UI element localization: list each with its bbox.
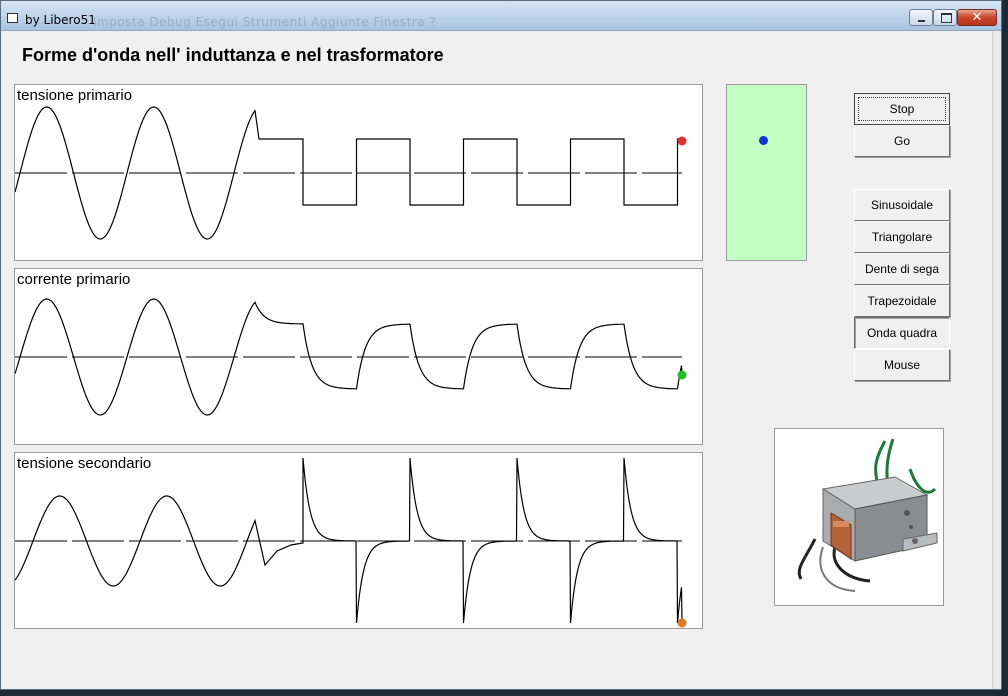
trace-marker [677, 618, 687, 628]
waveform-button-label: Sinusoidale [870, 198, 934, 212]
close-button[interactable]: ✕ [957, 9, 997, 26]
close-icon: ✕ [971, 10, 983, 25]
waveform-button-label: Onda quadra [866, 326, 938, 340]
waveform-button-trapezoidale[interactable]: Trapezoidale [854, 285, 950, 317]
panel-label: corrente primario [17, 271, 131, 288]
app-icon [7, 13, 18, 23]
panel-label: tensione primario [17, 87, 133, 104]
waveform-button-triangolare[interactable]: Triangolare [854, 221, 950, 253]
waveform-plot-tensione-secondario [15, 457, 687, 628]
minimize-icon [910, 10, 932, 25]
ghost-menu-text: Imposta Debug Esegui Strumenti Aggiunte … [93, 15, 437, 29]
indicator-dot [759, 136, 768, 145]
transformer-icon [797, 438, 938, 592]
waveform-plot-corrente-primario [15, 298, 687, 416]
waveform-button-dente-di-sega[interactable]: Dente di sega [854, 253, 950, 285]
waveform-button-label: Mouse [883, 358, 921, 372]
waveform-button-label: Dente di sega [864, 262, 940, 276]
waveform-button-label: Triangolare [871, 230, 933, 244]
panel-label: tensione secondario [17, 455, 152, 472]
trace-marker [677, 136, 687, 146]
stop-button[interactable]: Stop [854, 93, 950, 125]
window-edge-strip [992, 31, 1001, 689]
waveform-button-label: Trapezoidale [867, 294, 937, 308]
go-button[interactable]: Go [854, 125, 950, 157]
window-title: by Libero51 [25, 13, 96, 27]
title-bar[interactable]: by Libero51 Imposta Debug Esegui Strumen… [1, 1, 1001, 31]
page-title: Forme d'onda nell' induttanza e nel tras… [22, 45, 444, 65]
waveform-plot-tensione-primario [15, 106, 687, 240]
minimize-button[interactable] [909, 9, 933, 26]
indicator-box[interactable] [726, 84, 807, 261]
waveform-button-mouse[interactable]: Mouse [854, 349, 950, 381]
maximize-icon [934, 10, 956, 25]
panel-tensione-primario: tensione primario [14, 84, 703, 261]
trace-marker [677, 370, 687, 380]
focus-rect [858, 97, 946, 121]
maximize-button[interactable] [933, 9, 957, 26]
transformer-photo [774, 428, 944, 606]
panel-corrente-primario: corrente primario [14, 268, 703, 445]
waveform-button-onda-quadra[interactable]: Onda quadra [854, 317, 950, 349]
waveform-button-sinusoidale[interactable]: Sinusoidale [854, 189, 950, 221]
go-button-label: Go [893, 134, 910, 148]
app-window: by Libero51 Imposta Debug Esegui Strumen… [0, 0, 1002, 690]
panel-tensione-secondario: tensione secondario [14, 452, 703, 629]
